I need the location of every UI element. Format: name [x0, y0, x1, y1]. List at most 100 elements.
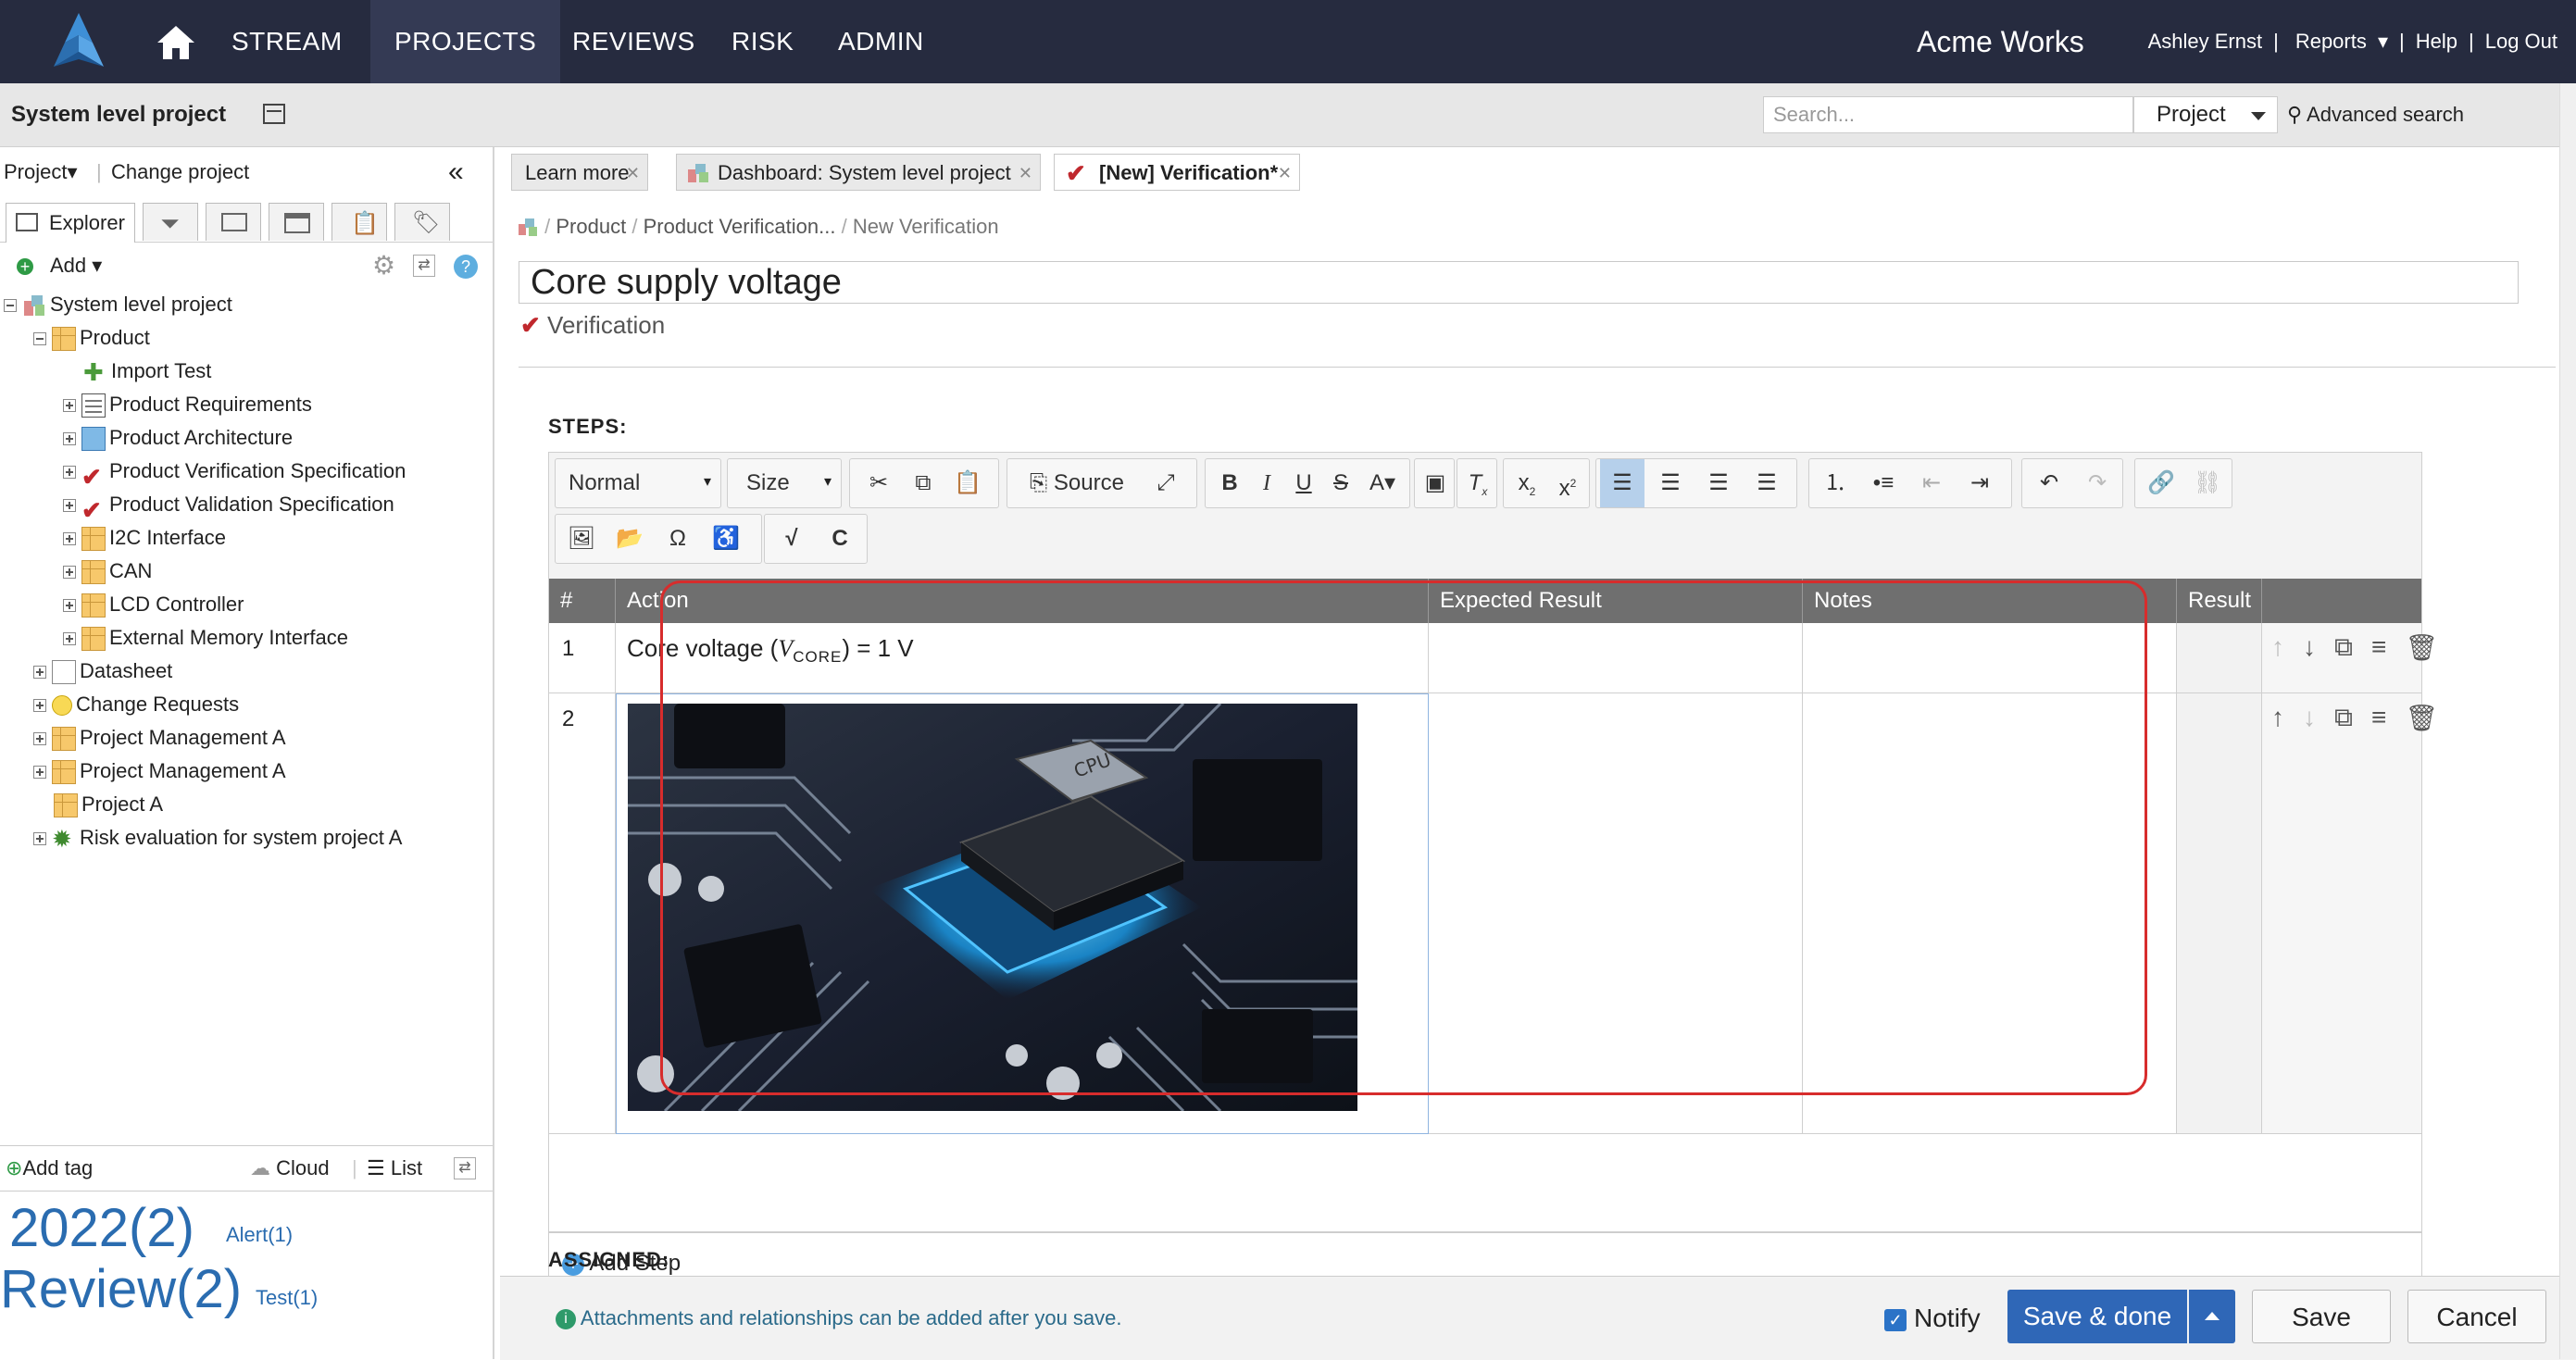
collapse-toggle[interactable]	[4, 299, 17, 313]
step-notes-cell[interactable]	[1803, 623, 2177, 693]
cloud-view-button[interactable]: ☁ Cloud	[250, 1146, 330, 1191]
background-color-icon[interactable]: ▣	[1415, 459, 1456, 507]
align-right-icon[interactable]: ☰	[1696, 459, 1741, 507]
subscript-icon[interactable]: x2	[1507, 459, 1546, 507]
reports-menu[interactable]: Reports ▾	[2290, 30, 2388, 53]
numbered-list-icon[interactable]: ⒈	[1813, 459, 1857, 507]
duplicate-icon[interactable]: ⧉	[2334, 703, 2353, 733]
expand-toggle[interactable]	[33, 732, 46, 746]
tab-clipboard[interactable]: 📋	[331, 203, 387, 241]
remove-format-icon[interactable]: Tx	[1457, 459, 1498, 507]
expand-toggle[interactable]	[33, 666, 46, 680]
save-options-caret[interactable]	[2189, 1290, 2235, 1343]
redo-icon[interactable]: ↷	[2074, 459, 2120, 507]
justify-icon[interactable]: ☰	[1744, 459, 1789, 507]
item-title-input[interactable]: Core supply voltage	[519, 261, 2519, 304]
tab-learn-more[interactable]: Learn more ✕	[511, 154, 648, 191]
undo-icon[interactable]: ↶	[2026, 459, 2072, 507]
expand-toggle[interactable]	[63, 566, 76, 580]
link-icon[interactable]: 🔗	[2139, 459, 2183, 507]
italic-icon[interactable]: I	[1248, 459, 1285, 507]
nav-stream[interactable]: STREAM	[231, 0, 343, 83]
superscript-icon[interactable]: x2	[1548, 459, 1587, 507]
copy-icon[interactable]: ⧉	[902, 459, 944, 507]
tree-node-external-memory-interface[interactable]: External Memory Interface	[63, 621, 348, 655]
tree-node-project-a[interactable]: Project A	[54, 788, 163, 821]
collapse-panel-icon[interactable]: «	[448, 147, 464, 197]
align-center-icon[interactable]: ☰	[1648, 459, 1693, 507]
home-icon[interactable]	[156, 24, 196, 61]
unlink-icon[interactable]: ⛓	[2185, 459, 2230, 507]
tree-node-can[interactable]: CAN	[63, 555, 152, 588]
expand-toggle[interactable]	[33, 766, 46, 780]
expand-toggle[interactable]	[33, 832, 46, 846]
checkbox-checked-icon[interactable]: ✓	[1884, 1308, 1907, 1331]
step-expected-cell[interactable]	[1429, 693, 1803, 1134]
tag-2022[interactable]: 2022(2)	[9, 1197, 194, 1259]
insert-row-icon[interactable]: ≡	[2371, 703, 2386, 733]
move-up-icon[interactable]: ↑	[2271, 632, 2284, 663]
expand-toggle[interactable]	[63, 499, 76, 513]
tree-node-i2c-interface[interactable]: I2C Interface	[63, 521, 226, 555]
nav-reviews[interactable]: REVIEWS	[572, 0, 695, 83]
tab-explorer[interactable]: Explorer	[6, 203, 135, 243]
expand-toggle[interactable]	[63, 466, 76, 480]
maximize-icon[interactable]: ⤢	[1143, 459, 1189, 507]
underline-icon[interactable]: U	[1285, 459, 1322, 507]
nav-projects[interactable]: PROJECTS	[370, 0, 561, 83]
tab-dashboard[interactable]: Dashboard: System level project ✕	[676, 154, 1041, 191]
save-button[interactable]: Save	[2252, 1290, 2391, 1343]
page-scrollbar[interactable]	[2559, 83, 2576, 1359]
step-expected-cell[interactable]	[1429, 623, 1803, 693]
add-icon[interactable]: +	[17, 258, 33, 275]
tree-node-datasheet[interactable]: Datasheet	[33, 655, 172, 688]
move-down-icon[interactable]: ↓	[2303, 632, 2316, 663]
search-scope-select[interactable]: Project	[2133, 96, 2278, 133]
expand-toggle[interactable]	[63, 599, 76, 613]
outdent-icon[interactable]: ⇤	[1909, 459, 1954, 507]
notify-checkbox[interactable]: ✓ Notify	[1884, 1277, 1981, 1360]
image-icon[interactable]: 🖼	[559, 515, 604, 563]
chemistry-icon[interactable]: C	[817, 515, 863, 563]
tree-node-verification-spec[interactable]: ✔ Product Verification Specification	[63, 455, 406, 491]
bulleted-list-icon[interactable]: •≡	[1861, 459, 1906, 507]
tree-node-risk-evaluation[interactable]: ✹ Risk evaluation for system project A	[33, 821, 402, 855]
math-formula-icon[interactable]: √	[769, 515, 815, 563]
user-name-link[interactable]: Ashley Ernst	[2148, 30, 2263, 53]
tab-filter[interactable]: ⏷	[143, 203, 198, 241]
step-action-cell[interactable]: Core voltage (VCORE) = 1 V	[616, 623, 1429, 693]
text-color-icon[interactable]: A▾	[1357, 459, 1407, 507]
close-icon[interactable]: ✕	[1278, 155, 1292, 192]
duplicate-icon[interactable]: ⧉	[2334, 632, 2353, 663]
move-up-icon[interactable]: ↑	[2271, 703, 2284, 733]
change-project-link[interactable]: Change project	[111, 147, 249, 197]
tag-review[interactable]: Review(2)	[0, 1258, 242, 1320]
close-icon[interactable]: ✕	[1019, 155, 1032, 192]
tree-node-product[interactable]: Product	[33, 321, 150, 355]
project-menu[interactable]: Project▾	[4, 147, 78, 197]
strikethrough-icon[interactable]: S	[1322, 459, 1359, 507]
step-result-cell[interactable]	[2177, 693, 2262, 1134]
indent-icon[interactable]: ⇥	[1957, 459, 2002, 507]
tree-node-project-management-a[interactable]: Project Management A	[33, 721, 286, 755]
breadcrumb-product[interactable]: Product	[556, 215, 626, 238]
breadcrumb-spec[interactable]: Product Verification...	[644, 215, 836, 238]
accessibility-icon[interactable]: ♿	[704, 515, 748, 563]
expand-toggle[interactable]	[63, 432, 76, 446]
cut-icon[interactable]: ✂	[857, 459, 900, 507]
save-and-done-button[interactable]: Save & done	[2007, 1290, 2187, 1343]
move-down-icon[interactable]: ↓	[2303, 703, 2316, 733]
step-result-cell[interactable]	[2177, 623, 2262, 693]
refresh-tags-icon[interactable]: ⇄	[454, 1157, 476, 1179]
project-details-icon[interactable]	[263, 104, 285, 124]
tree-node-product-architecture[interactable]: Product Architecture	[63, 421, 293, 455]
tree-node-validation-spec[interactable]: ✔ Product Validation Specification	[63, 488, 394, 524]
tree-node-lcd-controller[interactable]: LCD Controller	[63, 588, 244, 621]
add-tag-button[interactable]: ⊕Add tag	[6, 1146, 93, 1191]
settings-icon[interactable]: ⚙	[372, 247, 395, 284]
app-logo-icon[interactable]	[44, 11, 113, 72]
expand-toggle[interactable]	[63, 532, 76, 546]
paste-icon[interactable]: 📋	[946, 459, 989, 507]
expand-toggle[interactable]	[33, 699, 46, 713]
delete-icon[interactable]: 🗑	[2405, 703, 2438, 733]
